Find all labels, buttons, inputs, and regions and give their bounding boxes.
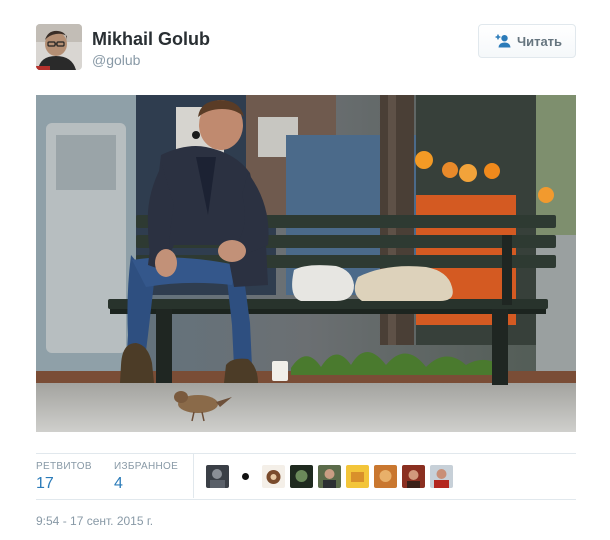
tweet-card: Mikhail Golub @golub Читать РЕТВИТОВ 17 … [0,0,610,540]
stats-top-divider [36,453,576,454]
retweets-count[interactable]: 17 [36,475,54,493]
author-handle[interactable]: @golub [92,52,140,68]
follow-button-label: Читать [516,33,563,49]
favoriter-avatar[interactable] [318,465,341,488]
favoriter-avatar[interactable] [290,465,313,488]
add-user-icon [492,34,511,48]
stats-bottom-divider [36,499,576,500]
favoriter-avatar[interactable] [402,465,425,488]
retweets-label: РЕТВИТОВ [36,461,92,472]
favoriter-avatar[interactable] [346,465,369,488]
author-avatar[interactable] [36,24,82,70]
stats-vertical-divider [193,454,194,498]
favoriter-avatar[interactable] [430,465,453,488]
favoriter-avatar[interactable] [206,465,229,488]
tweet-photo[interactable] [36,95,576,432]
favoriter-avatar[interactable] [234,465,257,488]
favorites-count[interactable]: 4 [114,475,123,493]
tweet-timestamp[interactable]: 9:54 - 17 сент. 2015 г. [36,514,153,528]
favoriter-avatars [206,465,453,488]
favorites-label: ИЗБРАННОЕ [114,461,179,472]
favoriter-avatar[interactable] [262,465,285,488]
follow-button[interactable]: Читать [478,24,576,58]
favoriter-avatar[interactable] [374,465,397,488]
author-name[interactable]: Mikhail Golub [92,29,210,50]
